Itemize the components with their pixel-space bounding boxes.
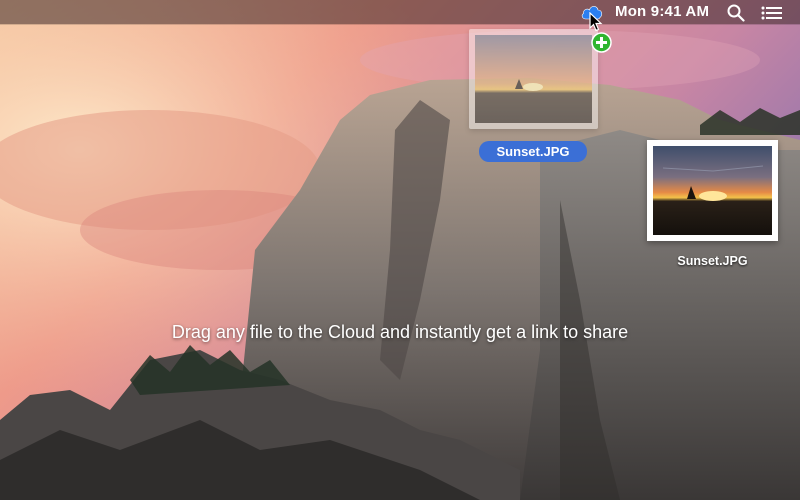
dragged-file-label: Sunset.JPG [479,141,587,162]
desktop: Mon 9:41 AM Sunset.JPG Sunset.JPG Drag a… [0,0,800,500]
caption-text: Drag any file to the Cloud and instantly… [171,322,629,342]
desktop-file-icon[interactable] [647,140,778,241]
list-icon[interactable] [761,6,783,20]
plus-circle-icon [591,32,612,53]
search-icon[interactable] [727,4,745,22]
menubar-clock[interactable]: Mon 9:41 AM [615,3,709,20]
desktop-file-label[interactable]: Sunset.JPG [647,254,778,268]
wallpaper [0,0,800,500]
sunset-thumbnail [653,146,772,235]
menu-bar: Mon 9:41 AM [0,0,800,24]
dragged-file-thumbnail [475,35,592,123]
dragged-file-ghost[interactable] [469,29,598,129]
